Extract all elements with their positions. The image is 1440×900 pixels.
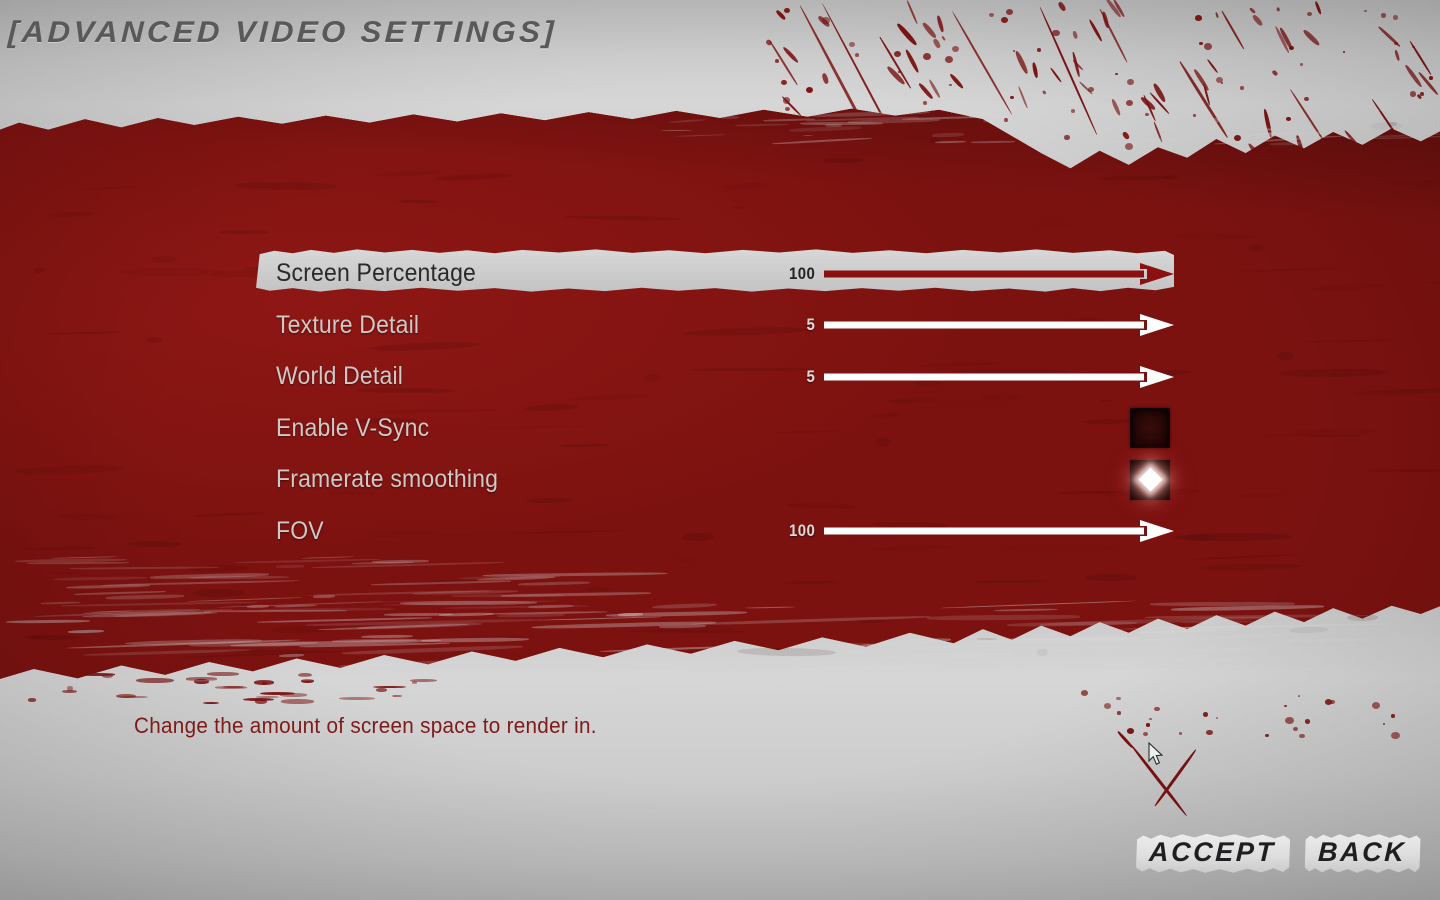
settings-list: Screen Percentage 100 Texture Detail 5 World… bbox=[256, 248, 1174, 557]
setting-label: World Detail bbox=[276, 362, 404, 391]
game-settings-screen: [ADVANCED VIDEO SETTINGS] Screen Percent… bbox=[0, 0, 1440, 900]
setting-label: FOV bbox=[276, 516, 324, 545]
slider-track[interactable] bbox=[824, 364, 1174, 390]
setting-label: Texture Detail bbox=[276, 310, 420, 339]
slider-value: 100 bbox=[788, 263, 816, 283]
setting-row[interactable]: Texture Detail 5 bbox=[256, 300, 1174, 352]
page-title: [ADVANCED VIDEO SETTINGS] bbox=[7, 16, 558, 49]
checkbox-check-diamond-icon bbox=[1137, 467, 1163, 492]
setting-row[interactable]: Framerate smoothing bbox=[256, 454, 1174, 506]
setting-row[interactable]: FOV 100 bbox=[256, 506, 1174, 558]
setting-label: Enable V-Sync bbox=[276, 413, 430, 442]
slider-control[interactable]: 100 bbox=[772, 518, 1174, 544]
checkbox-control[interactable] bbox=[1130, 408, 1170, 449]
setting-label: Framerate smoothing bbox=[276, 465, 499, 494]
slider-control[interactable]: 5 bbox=[772, 364, 1174, 390]
setting-row[interactable]: Screen Percentage 100 bbox=[256, 248, 1174, 300]
slider-value: 5 bbox=[806, 315, 816, 335]
slider-track[interactable] bbox=[824, 261, 1174, 287]
accept-button[interactable]: ACCEPT bbox=[1134, 833, 1290, 874]
slider-control[interactable]: 5 bbox=[772, 312, 1174, 338]
slider-track[interactable] bbox=[824, 518, 1174, 544]
checkbox-control[interactable] bbox=[1130, 459, 1170, 500]
back-button[interactable]: BACK bbox=[1303, 833, 1421, 874]
slider-control[interactable]: 100 bbox=[772, 261, 1174, 287]
setting-row[interactable]: Enable V-Sync bbox=[256, 403, 1174, 455]
footer-button-bar: ACCEPT BACK bbox=[1135, 833, 1420, 874]
slider-value: 5 bbox=[806, 366, 816, 386]
setting-row[interactable]: World Detail 5 bbox=[256, 351, 1174, 403]
setting-description: Change the amount of screen space to ren… bbox=[134, 713, 597, 738]
slider-value: 100 bbox=[788, 521, 816, 541]
slider-track[interactable] bbox=[824, 312, 1174, 338]
setting-label: Screen Percentage bbox=[276, 259, 477, 288]
